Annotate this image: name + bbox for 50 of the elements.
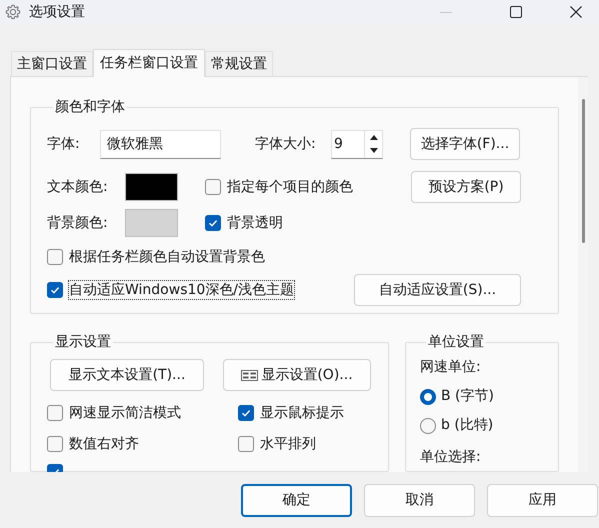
checkbox-label: 显示鼠标提示 bbox=[260, 404, 344, 422]
field-label: 文本颜色: bbox=[47, 178, 109, 196]
button[interactable]: 预设方案(P) bbox=[411, 171, 521, 203]
radio-label: b (比特) bbox=[441, 416, 494, 435]
checkbox-label: 网速显示简洁模式 bbox=[69, 404, 181, 422]
group-title: 单位设置 bbox=[427, 333, 485, 352]
tab[interactable]: 主窗口设置 bbox=[11, 51, 93, 76]
radio-button[interactable] bbox=[420, 418, 436, 434]
spin-value: 9 bbox=[333, 134, 344, 154]
button[interactable]: 显示文本设置(T)... bbox=[50, 359, 204, 391]
group-title: 颜色和字体 bbox=[54, 98, 126, 117]
checkbox[interactable] bbox=[205, 215, 221, 231]
checkbox[interactable] bbox=[47, 249, 63, 265]
settings-icon bbox=[5, 4, 21, 20]
font-field[interactable]: 微软雅黑 bbox=[100, 130, 221, 158]
checkbox[interactable] bbox=[238, 436, 254, 452]
checkbox-label: 水平排列 bbox=[260, 435, 316, 453]
button[interactable]: 自动适应设置(S)... bbox=[354, 274, 521, 306]
tab[interactable]: 任务栏窗口设置 bbox=[93, 49, 205, 77]
checkbox-label: 数值右对齐 bbox=[69, 435, 139, 453]
field-label: 单位选择: bbox=[420, 448, 482, 467]
field-label: 字体大小: bbox=[255, 134, 317, 154]
group-title: 显示设置 bbox=[54, 333, 112, 352]
spin-field[interactable]: 9 bbox=[331, 130, 383, 158]
checkbox[interactable] bbox=[47, 282, 63, 298]
maximize-icon[interactable] bbox=[510, 6, 522, 18]
radio-button[interactable] bbox=[420, 388, 436, 404]
checkbox[interactable] bbox=[238, 405, 254, 421]
window-title: 选项设置 bbox=[29, 2, 85, 22]
field-label: 背景颜色: bbox=[47, 214, 109, 232]
checkbox[interactable] bbox=[205, 179, 221, 195]
checkbox-label: 指定每个项目的颜色 bbox=[227, 178, 353, 196]
tab[interactable]: 常规设置 bbox=[205, 51, 273, 76]
button[interactable]: 显示设置(O)... bbox=[223, 359, 371, 391]
checkbox[interactable] bbox=[47, 405, 63, 421]
field-label: 网速单位: bbox=[420, 358, 482, 377]
grid-icon bbox=[241, 370, 258, 380]
button[interactable]: 确定 bbox=[241, 484, 352, 517]
checkbox-label: 背景透明 bbox=[227, 214, 283, 232]
color-swatch[interactable] bbox=[125, 209, 178, 237]
button[interactable]: 选择字体(F)... bbox=[410, 128, 520, 160]
button[interactable]: 应用 bbox=[487, 484, 598, 517]
checkbox-label: 自动适应Windows10深色/浅色主题 bbox=[69, 281, 294, 299]
field-label: 字体: bbox=[47, 134, 81, 154]
button[interactable]: 取消 bbox=[364, 484, 475, 517]
close-icon[interactable] bbox=[570, 6, 582, 18]
color-swatch[interactable] bbox=[125, 173, 178, 201]
checkbox[interactable] bbox=[47, 436, 63, 452]
radio-label: B (字节) bbox=[441, 387, 494, 406]
checkbox-label: 根据任务栏颜色自动设置背景色 bbox=[69, 248, 265, 266]
